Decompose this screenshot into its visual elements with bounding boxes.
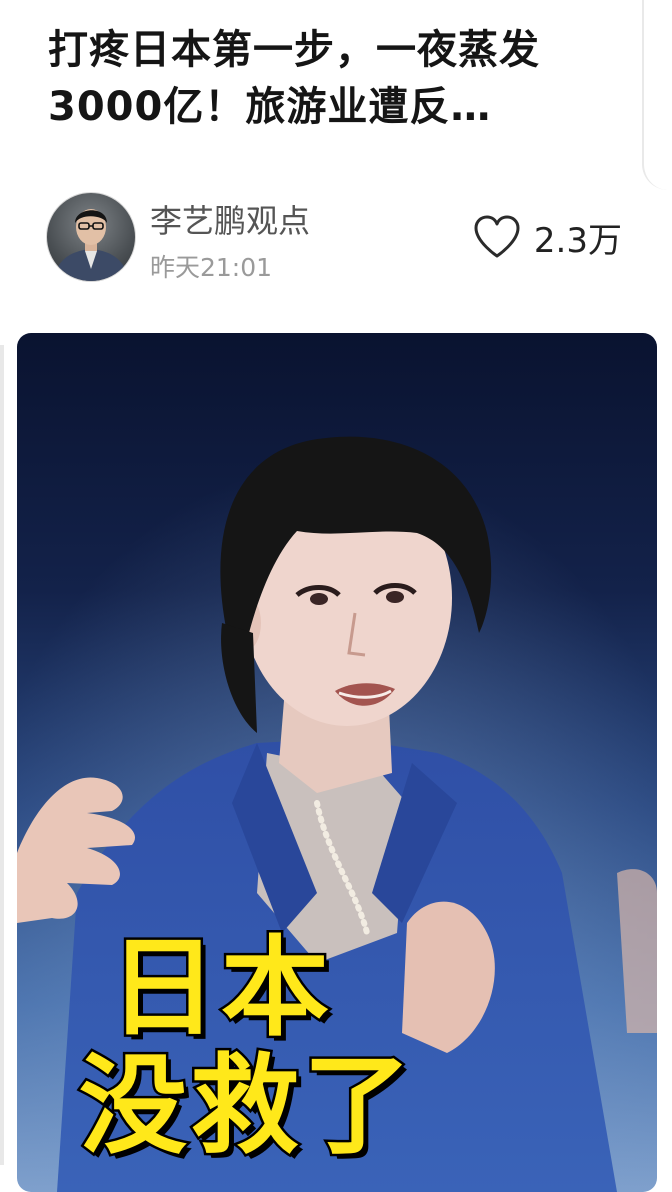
heart-outline-icon[interactable] — [472, 214, 522, 260]
author-row: 李艺鹏观点 昨天21:01 2.3万 — [46, 192, 636, 284]
author-name[interactable]: 李艺鹏观点 — [150, 196, 310, 242]
adjacent-card-edge-left — [0, 345, 4, 1165]
cover-caption-line1: 日本 — [106, 926, 334, 1051]
like-count: 2.3万 — [533, 220, 622, 261]
avatar-person-icon — [53, 209, 129, 281]
like-button[interactable]: 2.3万 — [472, 212, 622, 262]
author-avatar[interactable] — [46, 192, 136, 282]
article-title[interactable]: 打疼日本第一步，一夜蒸发3000亿！旅游业遭反… — [48, 22, 638, 136]
cover-image[interactable]: 日本 没救了 — [17, 333, 657, 1192]
cover-caption-line2: 没救了 — [76, 1044, 416, 1169]
adjacent-card-edge — [642, 0, 672, 190]
post-time: 昨天21:01 — [150, 253, 273, 282]
